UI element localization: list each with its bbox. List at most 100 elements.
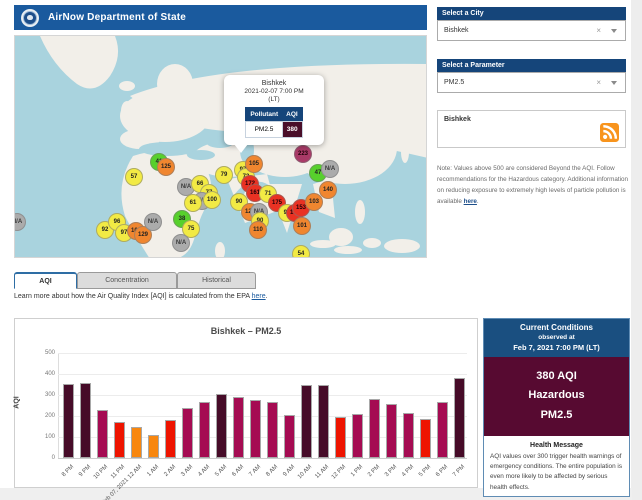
clear-city-icon[interactable]: × bbox=[596, 21, 601, 40]
chart-bar[interactable] bbox=[403, 413, 414, 458]
rss-feed-city: Bishkek bbox=[438, 111, 625, 123]
chart-x-axis bbox=[58, 458, 467, 459]
chart-bar[interactable] bbox=[97, 410, 108, 458]
current-conditions-datetime: Feb 7, 2021 7:00 PM (LT) bbox=[486, 343, 627, 352]
parameter-select[interactable]: PM2.5 × bbox=[437, 72, 626, 93]
chart-gridline bbox=[58, 395, 467, 396]
chart-bar[interactable] bbox=[454, 378, 465, 458]
map-marker[interactable]: 101 bbox=[293, 217, 311, 235]
department-of-state-seal-icon bbox=[21, 9, 39, 27]
chart-bar[interactable] bbox=[284, 415, 295, 458]
current-conditions-header: Current Conditions observed at Feb 7, 20… bbox=[484, 319, 629, 357]
learn-more-line: Learn more about how the Air Quality Ind… bbox=[14, 293, 268, 300]
chart-bar[interactable] bbox=[369, 399, 380, 458]
map-marker[interactable]: 57 bbox=[125, 168, 143, 186]
map-marker[interactable]: N/A bbox=[172, 234, 190, 252]
page: AirNow Department of State bbox=[0, 0, 642, 500]
aqi-map[interactable]: N/A5741125929697103129N/AN/A6677N/A10061… bbox=[14, 35, 427, 258]
select-city-header: Select a City bbox=[437, 7, 626, 20]
chart-y-tick-label: 400 bbox=[29, 371, 55, 377]
rss-feed-box: Bishkek bbox=[437, 110, 626, 148]
current-aqi-category: Hazardous bbox=[484, 386, 629, 405]
learn-more-suffix: . bbox=[266, 293, 268, 300]
app-title: AirNow Department of State bbox=[48, 12, 186, 23]
current-aqi-pollutant: PM2.5 bbox=[484, 406, 629, 425]
map-marker[interactable]: 100 bbox=[203, 191, 221, 209]
chart-bar[interactable] bbox=[437, 402, 448, 458]
chart-bar[interactable] bbox=[352, 414, 363, 458]
map-marker[interactable]: 79 bbox=[215, 166, 233, 184]
map-marker[interactable]: 105 bbox=[245, 155, 263, 173]
chart-y-tick-label: 300 bbox=[29, 392, 55, 398]
chart-bar[interactable] bbox=[420, 419, 431, 458]
parameter-select-value: PM2.5 bbox=[444, 79, 464, 86]
current-conditions-title: Current Conditions bbox=[486, 323, 627, 332]
rss-icon[interactable] bbox=[600, 123, 619, 142]
aqi-note-suffix: . bbox=[477, 198, 479, 205]
current-conditions-panel: Current Conditions observed at Feb 7, 20… bbox=[483, 318, 630, 497]
map-marker[interactable]: 54 bbox=[292, 245, 310, 258]
chevron-down-icon[interactable] bbox=[611, 81, 617, 85]
map-marker[interactable]: 140 bbox=[319, 181, 337, 199]
chart-gridline bbox=[58, 374, 467, 375]
chart-y-tick-label: 500 bbox=[29, 350, 55, 356]
clear-parameter-icon[interactable]: × bbox=[596, 73, 601, 92]
tab-concentration[interactable]: Concentration bbox=[77, 272, 177, 289]
chart-bar[interactable] bbox=[114, 422, 125, 458]
popup-aqi-value: 380 bbox=[282, 122, 302, 138]
chart-bar[interactable] bbox=[233, 397, 244, 458]
map-marker[interactable]: 61 bbox=[184, 194, 202, 212]
chart-bar[interactable] bbox=[386, 404, 397, 458]
chart-bar[interactable] bbox=[165, 420, 176, 458]
popup-aqi-table: Pollutant AQI PM2.5 380 bbox=[245, 107, 302, 138]
chart-y-tick-label: 200 bbox=[29, 413, 55, 419]
chart-bar[interactable] bbox=[250, 400, 261, 458]
current-conditions-subtitle: observed at bbox=[486, 334, 627, 341]
chevron-down-icon[interactable] bbox=[611, 29, 617, 33]
map-marker[interactable]: N/A bbox=[144, 213, 162, 231]
popup-city: Bishkek bbox=[228, 80, 320, 87]
chart-bar[interactable] bbox=[216, 394, 227, 458]
chart-bar[interactable] bbox=[63, 384, 74, 458]
aqi-bar-chart: Bishkek – PM2.5 AQI 01002003004005008 PM… bbox=[14, 318, 478, 488]
map-marker[interactable]: 110 bbox=[249, 221, 267, 239]
current-aqi-block: 380 AQI Hazardous PM2.5 bbox=[484, 357, 629, 436]
chart-y-tick-label: 0 bbox=[29, 455, 55, 461]
popup-col-pollutant: Pollutant bbox=[246, 108, 282, 122]
popup-col-aqi: AQI bbox=[282, 108, 302, 122]
health-message-section: Health Message AQI values over 300 trigg… bbox=[484, 436, 629, 497]
chart-title: Bishkek – PM2.5 bbox=[15, 326, 477, 336]
map-marker[interactable]: 125 bbox=[157, 158, 175, 176]
map-marker[interactable]: N/A bbox=[321, 160, 339, 178]
tab-aqi[interactable]: AQI bbox=[14, 272, 77, 289]
chart-bar[interactable] bbox=[199, 402, 210, 458]
map-popup: Bishkek 2021-02-07 7:00 PM (LT) Pollutan… bbox=[224, 75, 324, 145]
chart-bar[interactable] bbox=[267, 402, 278, 458]
app-header: AirNow Department of State bbox=[14, 5, 427, 30]
city-select[interactable]: Bishkek × bbox=[437, 20, 626, 41]
learn-more-text: Learn more about how the Air Quality Ind… bbox=[14, 293, 252, 300]
chart-gridline bbox=[58, 353, 467, 354]
health-message-title: Health Message bbox=[490, 442, 623, 449]
chart-bar[interactable] bbox=[131, 427, 142, 458]
tab-historical[interactable]: Historical bbox=[177, 272, 256, 289]
popup-timezone: (LT) bbox=[228, 96, 320, 103]
chart-y-axis-label: AQI bbox=[14, 396, 21, 408]
city-select-value: Bishkek bbox=[444, 27, 469, 34]
map-basemap bbox=[15, 36, 427, 258]
popup-pollutant-value: PM2.5 bbox=[246, 122, 282, 138]
page-background-strip bbox=[631, 0, 642, 500]
popup-datetime: 2021-02-07 7:00 PM bbox=[228, 88, 320, 95]
select-parameter-header: Select a Parameter bbox=[437, 59, 626, 72]
epa-here-link[interactable]: here bbox=[252, 293, 266, 300]
chart-bar[interactable] bbox=[301, 385, 312, 458]
chart-bar[interactable] bbox=[80, 383, 91, 458]
note-here-link[interactable]: here bbox=[464, 198, 477, 205]
chart-bar[interactable] bbox=[318, 385, 329, 458]
chart-y-axis bbox=[58, 353, 59, 458]
map-marker[interactable]: 223 bbox=[294, 145, 312, 163]
chart-y-tick-label: 100 bbox=[29, 434, 55, 440]
chart-bar[interactable] bbox=[335, 417, 346, 458]
chart-bar[interactable] bbox=[148, 435, 159, 458]
chart-bar[interactable] bbox=[182, 408, 193, 458]
